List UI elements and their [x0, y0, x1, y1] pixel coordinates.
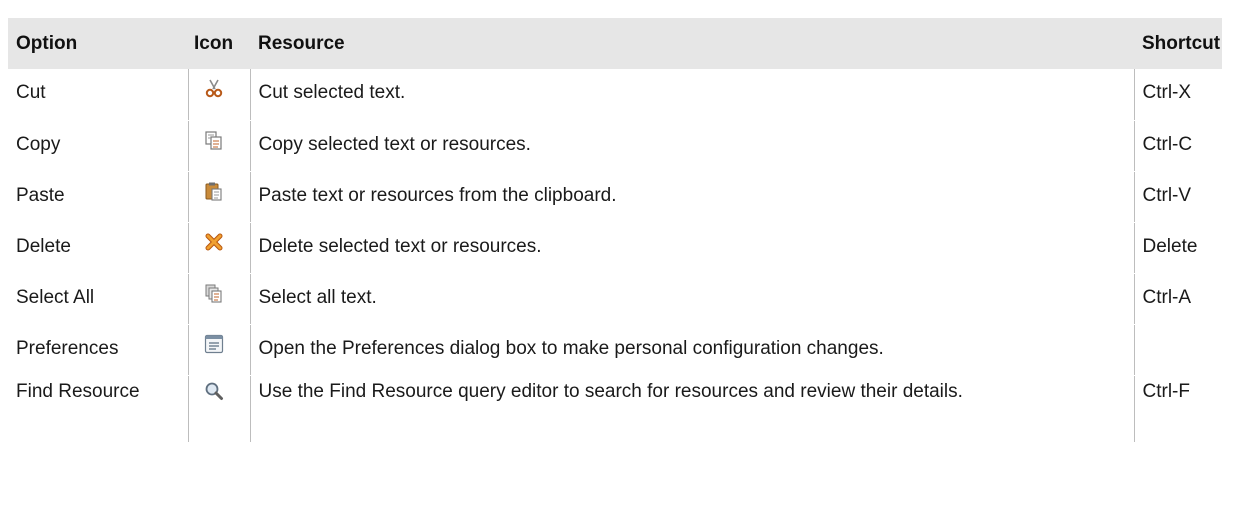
copy-icon [203, 129, 225, 151]
shortcut-cell: Delete [1133, 222, 1222, 274]
option-cell: Copy [8, 120, 188, 172]
option-cell: Preferences [8, 324, 188, 376]
delete-x-icon [203, 231, 225, 253]
table-row: Delete Delete selected text or resources… [8, 222, 1222, 274]
scissors-icon [203, 77, 225, 99]
option-cell: Delete [8, 222, 188, 274]
header-shortcut: Shortcut [1142, 32, 1221, 54]
table-row: Cut Cut selected text. Ctrl-X [8, 69, 1222, 121]
table-row: Copy Copy selected text or resources. Ct… [8, 120, 1222, 172]
shortcut-cell: Ctrl-F [1133, 375, 1222, 443]
preferences-window-icon [203, 333, 225, 355]
option-cell: Find Resource [8, 375, 188, 443]
header-option: Option [16, 32, 78, 54]
resource-cell: Paste text or resources from the clipboa… [249, 171, 1134, 223]
table-header-row: Option Icon Resource Shortcut [8, 18, 1222, 69]
shortcut-cell: Ctrl-V [1133, 171, 1222, 223]
shortcut-cell [1133, 324, 1222, 376]
table-row: Find Resource Use the Find Resource quer… [8, 375, 1222, 443]
shortcut-cell: Ctrl-C [1133, 120, 1222, 172]
header-icon: Icon [194, 32, 234, 54]
magnifier-icon [203, 380, 225, 402]
document-page: Option Icon Resource Shortcut Cut Cut se… [0, 0, 1248, 527]
header-resource: Resource [258, 32, 345, 54]
table-row: Select All Select all text. Ctrl-A [8, 273, 1222, 325]
shortcut-cell: Ctrl-X [1133, 69, 1222, 121]
resource-cell: Use the Find Resource query editor to se… [249, 375, 1134, 443]
table-row: Preferences Open the Preferences dialog … [8, 324, 1222, 376]
resource-cell: Cut selected text. [249, 69, 1134, 121]
table-row: Paste Paste text or resources from the c… [8, 171, 1222, 223]
option-cell: Select All [8, 273, 188, 325]
resource-cell: Open the Preferences dialog box to make … [249, 324, 1134, 376]
option-cell: Cut [8, 69, 188, 121]
select-all-icon [203, 282, 225, 304]
resource-cell: Copy selected text or resources. [249, 120, 1134, 172]
edit-menu-options-table: Option Icon Resource Shortcut Cut Cut se… [8, 18, 1222, 443]
resource-cell: Select all text. [249, 273, 1134, 325]
option-cell: Paste [8, 171, 188, 223]
shortcut-cell: Ctrl-A [1133, 273, 1222, 325]
resource-cell: Delete selected text or resources. [249, 222, 1134, 274]
paste-icon [203, 180, 225, 202]
